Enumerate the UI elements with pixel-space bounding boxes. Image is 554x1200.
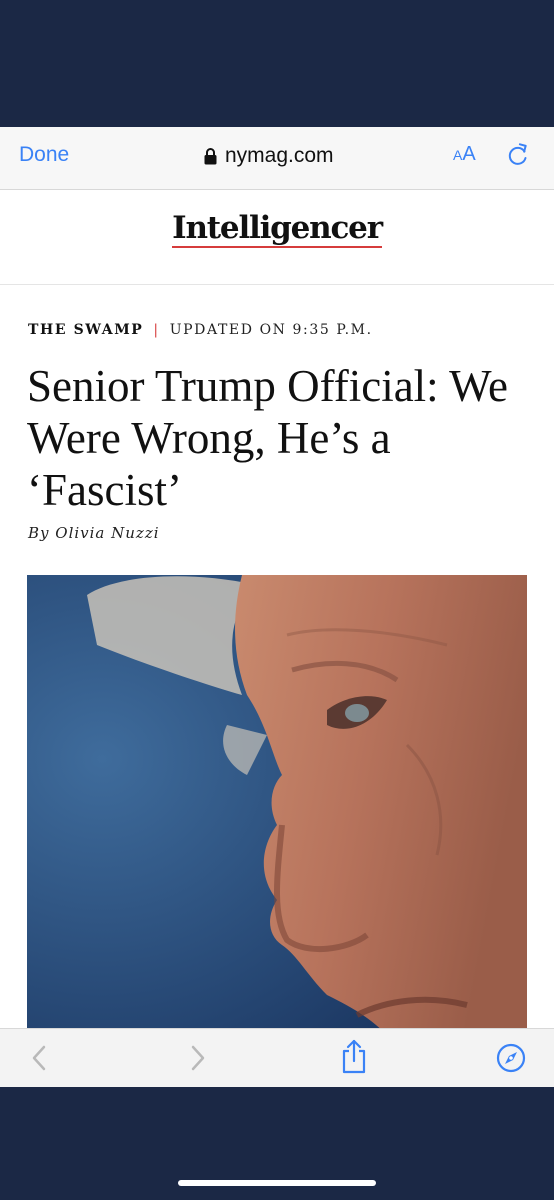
done-button[interactable]: Done [19, 143, 69, 167]
home-indicator[interactable] [178, 1180, 376, 1186]
web-page: Intelligencer THE SWAMP | UPDATED ON 9:35 … [0, 190, 554, 1028]
portrait-image [27, 575, 527, 1028]
article-headline: Senior Trump Official: We Were Wrong, He… [27, 361, 508, 515]
site-logo[interactable]: Intelligencer [0, 210, 554, 248]
reload-icon [508, 143, 527, 165]
back-button[interactable] [30, 1043, 48, 1078]
text-size-big-label: A [462, 143, 476, 165]
text-size-button[interactable]: AA [453, 143, 476, 166]
lock-icon [204, 147, 217, 164]
bookmarks-button[interactable] [496, 1043, 526, 1078]
address-bar[interactable]: nymag.com [204, 142, 334, 170]
browser-bottom-toolbar [0, 1028, 554, 1088]
section-rubric[interactable]: THE SWAMP [28, 322, 143, 338]
compass-icon [496, 1043, 526, 1073]
forward-button[interactable] [189, 1043, 207, 1078]
status-area [0, 0, 554, 127]
share-button[interactable] [340, 1039, 368, 1080]
article-byline[interactable]: By Olivia Nuzzi [28, 524, 160, 542]
browser-top-bar: Done nymag.com AA [0, 127, 554, 190]
share-icon [342, 1039, 366, 1074]
site-masthead: Intelligencer [0, 190, 554, 285]
article-photo [27, 575, 527, 1028]
kicker-separator: | [153, 322, 160, 338]
updated-time: UPDATED ON 9:35 P.M. [169, 322, 373, 338]
reload-button[interactable] [506, 142, 530, 173]
chevron-left-icon [32, 1045, 46, 1071]
text-size-small-label: A [453, 147, 463, 163]
article-kicker: THE SWAMP | UPDATED ON 9:35 P.M. [28, 322, 373, 338]
url-text: nymag.com [225, 144, 334, 167]
chevron-right-icon [191, 1045, 205, 1071]
